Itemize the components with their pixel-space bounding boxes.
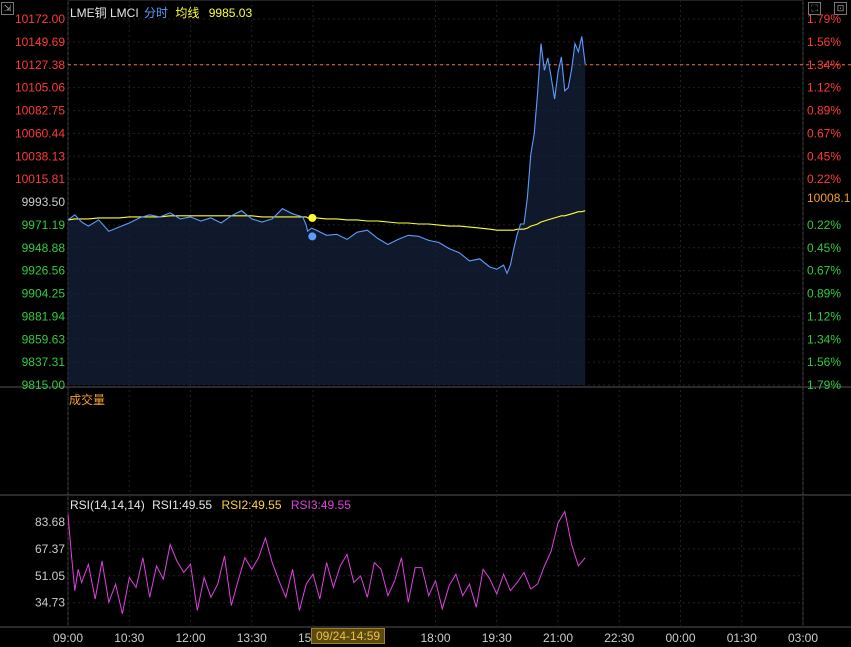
time-tick-label: 01:30 <box>727 631 757 645</box>
percent-tick-label: 0.89% <box>807 104 841 118</box>
price-marker <box>308 232 317 241</box>
time-tick-label: 13:30 <box>237 631 267 645</box>
percent-tick-label: 0.45% <box>807 241 841 255</box>
percent-tick-label: 0.22% <box>807 218 841 232</box>
chart-canvas: 10172.00 10149.69 10127.38 10105.06 10082.75… <box>0 0 851 645</box>
chart-header: LME铜 LMCI 分时 均线 9985.03 <box>70 4 252 21</box>
time-tick-label: 12:00 <box>175 631 205 645</box>
price-tick-label: 10015.81 <box>15 172 65 186</box>
percent-tick-label: 0.67% <box>807 126 841 140</box>
rsi-axis-left: 83.68 67.37 51.05 34.73 <box>35 515 65 610</box>
price-tick-label: 9971.19 <box>22 218 66 232</box>
rsi-tick-label: 34.73 <box>35 596 65 610</box>
price-tick-label: 10127.38 <box>15 58 65 72</box>
percent-tick-label: 0.67% <box>807 264 841 278</box>
rsi-title: RSI(14,14,14) <box>70 498 145 512</box>
time-tick-label: 09:00 <box>53 631 83 645</box>
price-area <box>68 36 586 386</box>
time-tick-label: 19:30 <box>482 631 512 645</box>
price-tick-label: 10060.44 <box>15 126 65 140</box>
time-tick-label: 00:00 <box>665 631 695 645</box>
rsi-tick-label: 67.37 <box>35 542 65 556</box>
percent-tick-label: 1.34% <box>807 58 841 72</box>
avg-label: 均线 <box>175 6 200 20</box>
mode-label[interactable]: 分时 <box>144 6 168 20</box>
percent-tick-label: 0.89% <box>807 287 841 301</box>
rsi-header: RSI(14,14,14) RSI1:49.55 RSI2:49.55 RSI3… <box>70 498 351 512</box>
rsi2-label: RSI2:49.55 <box>221 498 282 512</box>
expand-left-icon[interactable]: ⇲ <box>1 2 14 15</box>
volume-title: 成交量 <box>69 393 106 407</box>
rsi-tick-label: 83.68 <box>35 515 65 529</box>
time-tick-label: 22:30 <box>604 631 634 645</box>
percent-tick-label: 1.34% <box>807 332 841 346</box>
time-tick-label: 18:00 <box>420 631 450 645</box>
rsi-line-series <box>67 510 586 614</box>
time-tick-label: 10:30 <box>114 631 144 645</box>
rsi1-label: RSI1:49.55 <box>152 498 213 512</box>
price-tick-label: 9859.63 <box>22 332 66 346</box>
price-tick-label: 10172.00 <box>15 12 65 26</box>
price-tick-label: 9837.31 <box>22 355 66 369</box>
close-panel-icon[interactable]: ⊡ <box>834 2 847 15</box>
price-tick-label: 10149.69 <box>15 35 65 49</box>
avg-value: 9985.03 <box>208 6 253 20</box>
percent-tick-label: 1.56% <box>807 35 841 49</box>
rsi-line <box>67 510 586 614</box>
crosshair-markers <box>308 213 317 241</box>
price-tick-label: 9815.00 <box>22 378 66 392</box>
percent-tick-label: 0.45% <box>807 149 841 163</box>
price-tick-label: 9948.88 <box>22 241 66 255</box>
percent-tick-label: 1.12% <box>807 81 841 95</box>
time-tick-label: 03:00 <box>788 631 818 645</box>
percent-tick-label: 1.56% <box>807 355 841 369</box>
price-tick-label: 9881.94 <box>22 309 66 323</box>
percent-tick-label: 1.12% <box>807 309 841 323</box>
symbol-label: LME铜 LMCI <box>70 6 139 20</box>
price-tick-label: 10082.75 <box>15 104 65 118</box>
time-tick-label: 21:00 <box>543 631 573 645</box>
last-price-tag: 10008.1 <box>807 191 851 205</box>
price-tick-label: 9926.56 <box>22 264 66 278</box>
price-tick-label: 10038.13 <box>15 149 65 163</box>
price-axis-left: 10172.00 10149.69 10127.38 10105.06 10082.75… <box>15 12 65 392</box>
percent-tick-label: 1.79% <box>807 378 841 392</box>
fullscreen-icon[interactable]: ⛶ <box>808 2 821 15</box>
price-tick-label: 9904.25 <box>22 287 66 301</box>
price-tick-label: 9993.50 <box>22 195 66 209</box>
time-axis: 09:0010:3012:0013:3015:0018:0019:3021:00… <box>53 631 818 645</box>
price-area-fill <box>68 36 586 386</box>
rsi-tick-label: 51.05 <box>35 569 65 583</box>
crosshair-time-label: 09/24-14:59 <box>311 628 386 644</box>
percent-tick-label: 0.22% <box>807 172 841 186</box>
rsi3-label: RSI3:49.55 <box>290 498 351 512</box>
price-tick-label: 10105.06 <box>15 81 65 95</box>
average-marker <box>308 213 317 222</box>
